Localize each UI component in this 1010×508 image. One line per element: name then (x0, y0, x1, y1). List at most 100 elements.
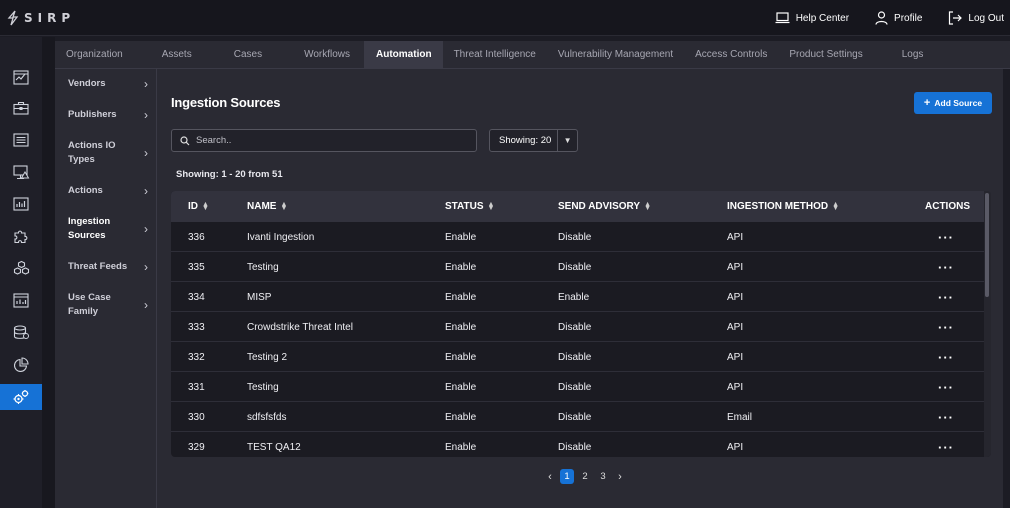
cell-status: Enable (445, 351, 477, 363)
subnav-ingestion-sources[interactable]: Ingestion Sources › (68, 215, 148, 243)
prev-page-icon[interactable]: ‹ (544, 471, 556, 483)
more-actions-icon[interactable]: ··· (938, 222, 954, 252)
cell-ingestion-method: Email (727, 411, 753, 423)
logo[interactable]: SIRP (6, 10, 75, 26)
column-label: STATUS (445, 201, 484, 212)
rail-dashboard-icon[interactable] (0, 64, 42, 90)
tab-cases[interactable]: Cases (212, 41, 288, 68)
column-label: ACTIONS (925, 201, 970, 212)
cell-send-advisory: Disable (558, 351, 592, 363)
rail-monitor-alert-icon[interactable] (0, 159, 42, 185)
more-actions-icon[interactable]: ··· (938, 342, 954, 372)
cell-status: Enable (445, 231, 477, 243)
rail-puzzle-icon[interactable] (0, 223, 42, 249)
sort-icon: ▲ ▼ (202, 200, 209, 212)
chevron-right-icon: › (144, 298, 148, 312)
table-row[interactable]: 336 Ivanti Ingestion Enable Disable API … (171, 222, 984, 252)
subnav-threat-feeds[interactable]: Threat Feeds › (68, 260, 148, 274)
rail-chart-icon[interactable] (0, 191, 42, 217)
cell-id: 329 (188, 441, 205, 453)
table-row[interactable]: 331 Testing Enable Disable API ··· (171, 372, 984, 402)
more-actions-icon[interactable]: ··· (938, 312, 954, 342)
subnav-use-case-family[interactable]: Use Case Family › (68, 291, 148, 319)
cell-status: Enable (445, 441, 477, 453)
table-scrollbar[interactable] (984, 191, 991, 457)
table-row[interactable]: 332 Testing 2 Enable Disable API ··· (171, 342, 984, 372)
column-header-ingestion-method[interactable]: INGESTION METHOD ▲ ▼ (727, 191, 839, 222)
subnav-label: Actions IO Types (68, 140, 116, 165)
tab-workflows[interactable]: Workflows (288, 41, 364, 68)
next-page-icon[interactable]: › (614, 471, 626, 483)
table-row[interactable]: 335 Testing Enable Disable API ··· (171, 252, 984, 282)
column-header-actions: ACTIONS (925, 191, 970, 222)
rail-briefcase-icon[interactable] (0, 95, 42, 121)
tab-product-settings[interactable]: Product Settings (778, 41, 873, 68)
cell-name: Ivanti Ingestion (247, 231, 315, 243)
column-header-name[interactable]: NAME ▲ ▼ (247, 191, 287, 222)
rail-pie-chart-icon[interactable] (0, 352, 42, 378)
subnav-publishers[interactable]: Publishers › (68, 108, 148, 122)
tab-assets[interactable]: Assets (134, 41, 212, 68)
more-actions-icon[interactable]: ··· (938, 372, 954, 402)
plus-icon: + (923, 97, 931, 109)
cell-send-advisory: Disable (558, 441, 592, 453)
tab-automation[interactable]: Automation (364, 41, 443, 68)
rail-database-icon[interactable] (0, 319, 42, 345)
profile-link[interactable]: Profile (875, 11, 922, 25)
more-actions-icon[interactable]: ··· (938, 402, 954, 432)
logout-icon (949, 11, 963, 25)
add-source-button[interactable]: + Add Source (914, 92, 992, 114)
page-2-button[interactable]: 2 (578, 469, 592, 484)
rail-report-icon[interactable] (0, 287, 42, 313)
subnav-label: Threat Feeds (68, 261, 128, 272)
tab-vulnerability-management[interactable]: Vulnerability Management (547, 41, 684, 68)
subnav-label: Use Case Family (68, 292, 111, 317)
user-icon (875, 11, 888, 25)
logout-link[interactable]: Log Out (948, 11, 1004, 25)
page-1-button[interactable]: 1 (560, 469, 574, 484)
page-3-button[interactable]: 3 (596, 469, 610, 484)
tab-logs[interactable]: Logs (874, 41, 938, 68)
table-row[interactable]: 333 Crowdstrike Threat Intel Enable Disa… (171, 312, 984, 342)
more-actions-icon[interactable]: ··· (938, 432, 954, 457)
rail-list-icon[interactable] (0, 127, 42, 153)
table-row[interactable]: 329 TEST QA12 Enable Disable API ··· (171, 432, 984, 457)
cell-name: Crowdstrike Threat Intel (247, 321, 353, 333)
cell-send-advisory: Disable (558, 261, 592, 273)
column-label: NAME (247, 201, 277, 212)
chevron-right-icon: › (144, 222, 148, 236)
caret-down-icon[interactable]: ▼ (557, 130, 577, 151)
column-header-status[interactable]: STATUS ▲ ▼ (445, 191, 494, 222)
column-header-id[interactable]: ID ▲ ▼ (188, 191, 209, 222)
cell-status: Enable (445, 291, 477, 303)
tab-organization[interactable]: Organization (55, 41, 134, 68)
subnav-vendors[interactable]: Vendors › (68, 77, 148, 91)
subnav-actions[interactable]: Actions › (68, 184, 148, 198)
cell-status: Enable (445, 411, 477, 423)
cell-status: Enable (445, 321, 477, 333)
more-actions-icon[interactable]: ··· (938, 252, 954, 282)
search-input[interactable] (196, 135, 466, 146)
help-center-link[interactable]: Help Center (775, 12, 849, 24)
cell-ingestion-method: API (727, 231, 744, 243)
rail-cubes-icon[interactable] (0, 255, 42, 281)
table-row[interactable]: 334 MISP Enable Enable API ··· (171, 282, 984, 312)
cell-send-advisory: Enable (558, 291, 590, 303)
chevron-right-icon: › (144, 146, 148, 160)
rail-gears-icon[interactable] (0, 384, 42, 410)
cell-id: 335 (188, 261, 205, 273)
rail-gap (42, 37, 55, 508)
cell-status: Enable (445, 381, 477, 393)
table-row[interactable]: 330 sdfsfsfds Enable Disable Email ··· (171, 402, 984, 432)
chevron-right-icon: › (144, 260, 148, 274)
subnav-actions-io-types[interactable]: Actions IO Types › (68, 139, 148, 167)
more-actions-icon[interactable]: ··· (938, 282, 954, 312)
cell-send-advisory: Disable (558, 231, 592, 243)
tab-access-controls[interactable]: Access Controls (684, 41, 778, 68)
page-size-select[interactable]: Showing: 20 ▼ (489, 129, 578, 152)
cell-id: 334 (188, 291, 205, 303)
column-header-send-advisory[interactable]: SEND ADVISORY ▲ ▼ (558, 191, 651, 222)
cell-name: Testing (247, 381, 279, 393)
tab-threat-intelligence[interactable]: Threat Intelligence (443, 41, 547, 68)
scrollbar-thumb[interactable] (985, 193, 989, 297)
